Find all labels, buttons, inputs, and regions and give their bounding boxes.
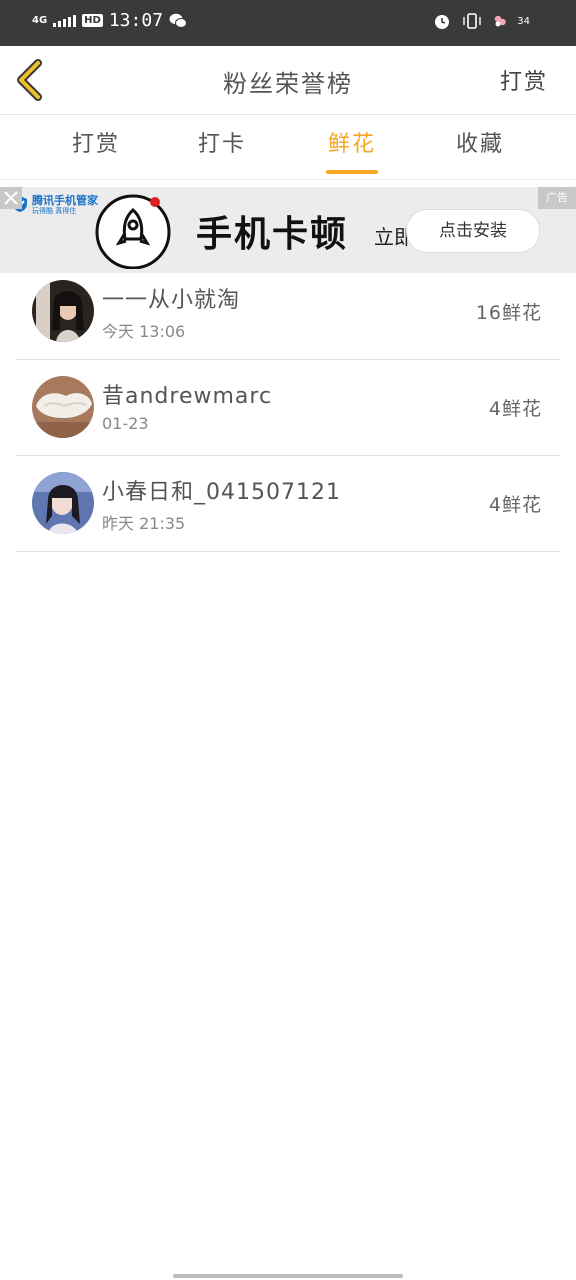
hd-badge: HD	[82, 14, 103, 27]
status-bar: 4G HD 13:07 34	[0, 0, 576, 46]
app-header: 粉丝荣誉榜 打赏	[0, 46, 576, 115]
rocket-icon	[95, 194, 171, 269]
alarm-icon	[435, 15, 450, 29]
tab-favorites[interactable]: 收藏	[430, 115, 530, 179]
list-item[interactable]: 小春日和_041507121 昨天 21:35 4鲜花	[16, 456, 560, 552]
fan-list: 一一从小就淘 今天 13:06 16鲜花 昔andrewmarc 01-23 4…	[16, 264, 560, 552]
fan-name: 昔andrewmarc	[102, 384, 273, 409]
status-left: 4G HD 13:07	[32, 10, 188, 31]
fan-time: 昨天 21:35	[102, 514, 186, 533]
avatar	[32, 376, 94, 438]
tab-reward[interactable]: 打赏	[46, 115, 146, 179]
avatar	[32, 280, 94, 342]
home-indicator[interactable]	[173, 1274, 403, 1278]
list-item[interactable]: 昔andrewmarc 01-23 4鲜花	[16, 360, 560, 456]
tab-checkin[interactable]: 打卡	[172, 115, 272, 179]
install-button[interactable]: 点击安装	[406, 209, 540, 253]
status-right: 34	[433, 12, 530, 30]
ad-banner[interactable]: 腾讯手机管家 玩得酷 真得住 广告 手机卡顿 立即 点击安装	[0, 187, 576, 273]
ad-brand-slogan: 玩得酷 真得住	[32, 207, 77, 215]
ad-headline: 手机卡顿	[196, 214, 349, 255]
fan-time: 今天 13:06	[102, 322, 186, 341]
signal-icon	[53, 14, 77, 27]
tab-bar: 打赏 打卡 鲜花 收藏	[0, 115, 576, 180]
wechat-icon	[169, 13, 188, 28]
vibrate-icon	[463, 13, 481, 29]
network-type: 4G	[32, 14, 48, 26]
tab-flowers[interactable]: 鲜花	[302, 115, 402, 179]
reward-button[interactable]: 打赏	[500, 64, 548, 96]
battery-level: 34	[517, 15, 530, 27]
list-item[interactable]: 一一从小就淘 今天 13:06 16鲜花	[16, 264, 560, 360]
fan-name: 一一从小就淘	[102, 288, 241, 313]
flower-count: 4鲜花	[488, 494, 542, 516]
flower-count: 16鲜花	[475, 302, 542, 324]
flower-count: 4鲜花	[488, 398, 542, 420]
status-time: 13:07	[108, 10, 164, 31]
fan-name: 小春日和_041507121	[102, 480, 341, 505]
battery-icon	[495, 15, 506, 27]
fan-time: 01-23	[102, 414, 149, 433]
page-title: 粉丝荣誉榜	[223, 70, 353, 98]
close-icon[interactable]	[0, 187, 22, 209]
ad-label: 广告	[538, 187, 576, 209]
ad-brand-name: 腾讯手机管家	[32, 194, 98, 207]
ad-brand: 腾讯手机管家 玩得酷 真得住	[12, 195, 98, 216]
avatar	[32, 472, 94, 534]
